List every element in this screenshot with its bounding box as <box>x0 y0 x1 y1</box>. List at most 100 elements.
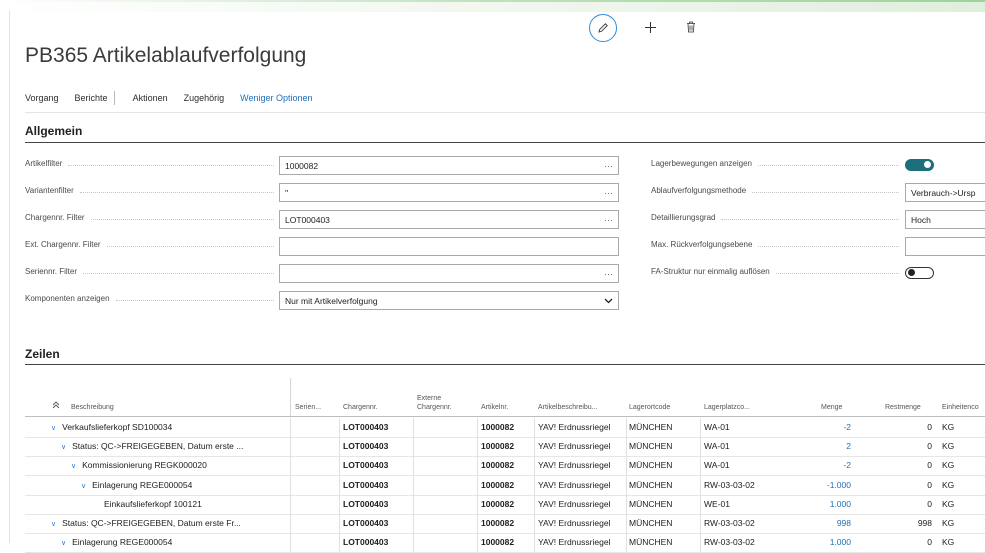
cell-platz: WA-01 <box>704 422 730 432</box>
serial-filter-input[interactable]: ··· <box>279 264 619 283</box>
col-header-bin[interactable]: Lagerplatzco... <box>704 404 750 411</box>
chevron-down-icon[interactable]: ∨ <box>71 463 76 470</box>
max-level-input[interactable] <box>905 237 985 256</box>
cell-rest: 0 <box>927 441 932 452</box>
action-bar-divider <box>25 112 985 113</box>
cell-beschr: YAV! Erdnussriegel <box>538 518 611 528</box>
ellipsis-icon[interactable]: ··· <box>604 269 613 279</box>
col-header-serial[interactable]: Serien... <box>295 404 321 411</box>
ellipsis-icon[interactable]: ··· <box>604 161 613 171</box>
column-divider <box>477 514 478 533</box>
col-header-ext-lot-2[interactable]: Chargennr. <box>417 404 452 411</box>
leader-dots <box>757 165 899 166</box>
cell-lagerort: MÜNCHEN <box>629 479 673 490</box>
menu-aktionen[interactable]: Aktionen <box>133 93 168 103</box>
lot-filter-input[interactable]: LOT000403 ··· <box>279 210 619 229</box>
toggle-knob <box>908 269 915 276</box>
col-header-item-no[interactable]: Artikelnr. <box>481 404 508 411</box>
show-entries-toggle[interactable] <box>905 159 934 171</box>
cell-einheit: KG <box>942 441 955 452</box>
column-divider <box>626 494 627 514</box>
col-header-item-desc[interactable]: Artikelbeschreibu... <box>538 404 598 411</box>
menu-berichte[interactable]: Berichte <box>75 93 108 103</box>
cell-einheit: KG <box>942 479 955 490</box>
column-divider <box>626 475 627 495</box>
cell-beschr: YAV! Erdnussriegel <box>538 460 611 471</box>
field-value: 1000082 <box>285 160 319 171</box>
section-underline <box>25 364 985 365</box>
column-divider <box>477 437 478 457</box>
cell-menge: 2 <box>846 441 851 452</box>
toggle-knob <box>924 161 931 168</box>
chevron-down-icon[interactable]: ∨ <box>81 483 86 490</box>
ellipsis-icon[interactable]: ··· <box>604 215 613 225</box>
field-label: Ext. Chargennr. Filter <box>25 240 101 249</box>
trace-method-select[interactable]: Verbrauch->Ursp <box>905 183 985 202</box>
cell-charge: LOT000403 <box>343 460 389 471</box>
field-label-row: FA-Struktur nur einmalig auflösen <box>651 267 905 276</box>
fa-structure-toggle[interactable] <box>905 267 934 279</box>
col-header-ext-lot-1[interactable]: Externe <box>417 395 441 402</box>
cell-charge: LOT000403 <box>343 518 389 528</box>
column-divider <box>413 514 414 533</box>
column-divider <box>626 418 627 437</box>
table-row[interactable]: ∨ Status: QC->FREIGEGEBEN, Datum erste Fr… <box>25 514 985 534</box>
col-header-unit[interactable]: Einheitenco <box>942 404 979 411</box>
cell-platz: WA-01 <box>704 441 730 452</box>
col-header-location[interactable]: Lagerortcode <box>629 404 670 411</box>
column-divider <box>626 437 627 457</box>
chevron-down-icon[interactable]: ∨ <box>61 444 66 451</box>
field-label: Detaillierungsgrad <box>651 213 716 222</box>
collapse-all-icon[interactable] <box>52 401 60 409</box>
cell-description: ∨ Status: QC->FREIGEGEBEN, Datum erste Fr… <box>51 514 287 533</box>
cell-artikel: 1000082 <box>481 518 515 528</box>
item-filter-input[interactable]: 1000082 ··· <box>279 156 619 175</box>
field-label-row: Max. Rückverfolgungsebene <box>651 240 905 249</box>
pencil-icon <box>598 23 608 33</box>
components-select[interactable]: Nur mit Artikelverfolgung <box>279 291 619 310</box>
cell-platz: RW-03-03-02 <box>704 518 755 528</box>
chevron-down-icon[interactable]: ∨ <box>61 540 66 547</box>
plus-icon <box>644 21 656 33</box>
table-row[interactable]: ∨ Verkaufslieferkopf SD100034 LOT000403 100… <box>25 418 985 438</box>
section-title-allgemein: Allgemein <box>25 124 83 138</box>
field-label-row: Komponenten anzeigen <box>25 294 280 303</box>
menu-vorgang[interactable]: Vorgang <box>25 93 59 103</box>
column-divider <box>477 456 478 476</box>
table-row[interactable]: ∨ Status: QC->FREIGEGEBEN, Datum erste ..… <box>25 437 985 458</box>
variant-filter-input[interactable]: '' ··· <box>279 183 619 202</box>
cell-lagerort: MÜNCHEN <box>629 518 673 528</box>
detail-level-select[interactable]: Hoch <box>905 210 985 229</box>
new-button[interactable] <box>640 16 660 38</box>
col-header-description[interactable]: Beschreibung <box>71 404 114 411</box>
chevron-down-icon[interactable]: ∨ <box>51 425 56 432</box>
edit-button[interactable] <box>589 14 617 42</box>
leader-dots <box>83 273 274 274</box>
col-header-lot[interactable]: Chargennr. <box>343 404 378 411</box>
table-row[interactable]: ∨ Kommissionierung REGK000020 LOT000403 100… <box>25 456 985 477</box>
column-divider <box>290 494 291 514</box>
col-header-quantity[interactable]: Menge <box>821 404 842 411</box>
ext-lot-filter-input[interactable] <box>279 237 619 256</box>
cell-charge: LOT000403 <box>343 422 389 432</box>
leader-dots <box>752 192 899 193</box>
fewer-options-link[interactable]: Weniger Optionen <box>240 93 312 103</box>
table-row[interactable]: ∨ Einlagerung REGE000054 LOT000403 1000082 Y… <box>25 475 985 496</box>
menu-zugehoerig[interactable]: Zugehörig <box>184 93 225 103</box>
cell-artikel: 1000082 <box>481 460 515 471</box>
cell-rest: 0 <box>927 422 932 432</box>
chevron-down-icon[interactable]: ∨ <box>51 521 56 528</box>
cell-lagerort: MÜNCHEN <box>629 422 673 432</box>
cell-rest: 0 <box>927 479 932 490</box>
column-divider <box>626 514 627 533</box>
column-divider <box>339 437 340 457</box>
field-label: Chargennr. Filter <box>25 213 85 222</box>
field-label: FA-Struktur nur einmalig auflösen <box>651 267 770 276</box>
column-divider <box>413 456 414 476</box>
table-row[interactable]: Einkaufslieferkopf 100121 LOT000403 100008… <box>25 494 985 515</box>
table-row[interactable]: ∨ Einlagerung REGE000054 LOT000403 1000082 Y… <box>25 533 985 553</box>
ellipsis-icon[interactable]: ··· <box>604 188 613 198</box>
col-header-remaining[interactable]: Restmenge <box>885 404 921 411</box>
cell-artikel: 1000082 <box>481 422 515 432</box>
delete-button[interactable] <box>682 16 700 38</box>
